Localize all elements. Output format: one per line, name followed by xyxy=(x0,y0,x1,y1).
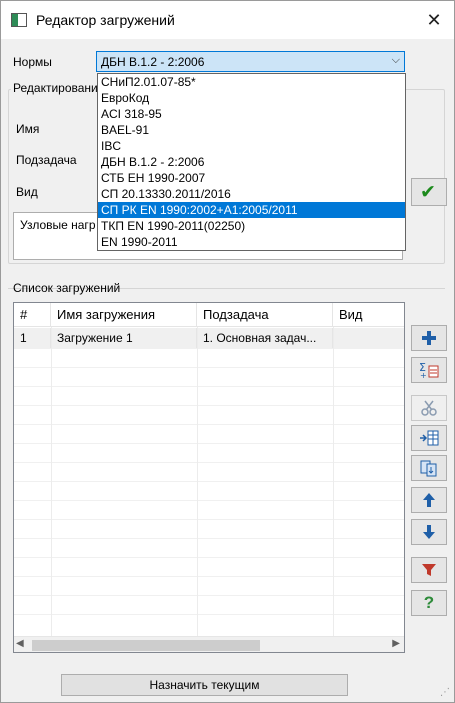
horizontal-scrollbar[interactable]: ◀ ▶ xyxy=(14,636,404,652)
table-gridline xyxy=(14,481,404,482)
load-list-title: Список загружений xyxy=(13,281,121,295)
table-gridline xyxy=(14,500,404,501)
column-header-name[interactable]: Имя загружения xyxy=(51,303,197,327)
norms-option[interactable]: СП 20.13330.2011/2016 xyxy=(98,186,405,202)
sum-loads-button[interactable]: Σ + xyxy=(411,357,447,383)
table-column-line xyxy=(333,327,334,636)
cell-kind xyxy=(333,328,404,348)
assign-current-button[interactable]: Назначить текущим xyxy=(61,674,348,696)
scrollbar-thumb[interactable] xyxy=(32,640,260,651)
copy-button[interactable] xyxy=(411,455,447,481)
scroll-left-icon[interactable]: ◀ xyxy=(16,638,24,649)
resize-grip-icon[interactable]: ⋰ xyxy=(440,688,450,698)
app-window-icon xyxy=(11,13,27,27)
table-gridline xyxy=(14,614,404,615)
table-gridline xyxy=(14,367,404,368)
norms-option[interactable]: ДБН В.1.2 - 2:2006 xyxy=(98,154,405,170)
table-gridline xyxy=(14,538,404,539)
table-gridline xyxy=(14,405,404,406)
norms-option[interactable]: СТБ ЕН 1990-2007 xyxy=(98,170,405,186)
norms-option[interactable]: EN 1990-2011 xyxy=(98,234,405,250)
norms-option[interactable]: BAEL-91 xyxy=(98,122,405,138)
sum-icon: Σ+ xyxy=(419,361,439,380)
help-icon: ? xyxy=(423,593,435,612)
subtask-label: Подзадача xyxy=(16,153,77,167)
copy-icon xyxy=(420,460,437,477)
table-gridline xyxy=(14,424,404,425)
column-header-subtask[interactable]: Подзадача xyxy=(197,303,333,327)
column-header-num[interactable]: # xyxy=(14,303,51,327)
close-button[interactable]: ✕ xyxy=(419,7,449,33)
table-column-line xyxy=(197,327,198,636)
help-button[interactable]: ? xyxy=(411,590,447,616)
norms-option[interactable]: IBC xyxy=(98,138,405,154)
norms-selected-value: ДБН В.1.2 - 2:2006 xyxy=(101,55,205,69)
insert-rows-icon xyxy=(420,430,439,446)
cut-button[interactable] xyxy=(411,395,447,421)
table-gridline xyxy=(14,386,404,387)
table-gridline xyxy=(14,348,404,349)
chevron-down-icon[interactable]: ⌵ xyxy=(392,54,400,67)
title-bar: Редактор загружений ✕ xyxy=(1,1,454,39)
add-load-button[interactable] xyxy=(411,325,447,351)
apply-button[interactable]: ✔ xyxy=(411,178,447,206)
scissors-icon xyxy=(421,400,437,416)
arrow-up-icon xyxy=(423,493,435,507)
table-row[interactable]: 1 Загружение 1 1. Основная задач... xyxy=(14,328,404,348)
cell-num: 1 xyxy=(14,328,51,348)
arrow-down-icon xyxy=(423,525,435,539)
cell-name: Загружение 1 xyxy=(51,328,197,348)
norms-dropdown-list[interactable]: СНиП2.01.07-85* ЕвроКод ACI 318-95 BAEL-… xyxy=(97,73,406,251)
svg-text:+: + xyxy=(420,371,427,380)
column-header-kind[interactable]: Вид xyxy=(333,303,404,327)
edit-group-title: Редактирование xyxy=(11,81,107,95)
table-gridline xyxy=(14,576,404,577)
norms-label: Нормы xyxy=(13,55,52,69)
kind-label: Вид xyxy=(16,185,38,199)
insert-rows-button[interactable] xyxy=(411,425,447,451)
filter-icon xyxy=(422,564,436,576)
norms-combobox[interactable]: ДБН В.1.2 - 2:2006 ⌵ xyxy=(96,51,405,72)
load-list-table[interactable]: # Имя загружения Подзадача Вид 1 Загруже… xyxy=(13,302,405,653)
norms-option[interactable]: СНиП2.01.07-85* xyxy=(98,74,405,90)
add-icon xyxy=(422,331,436,345)
cell-subtask: 1. Основная задач... xyxy=(197,328,333,348)
norms-option[interactable]: ТКП EN 1990-2011(02250) xyxy=(98,218,405,234)
table-header: # Имя загружения Подзадача Вид xyxy=(14,303,404,327)
norms-option[interactable]: ACI 318-95 xyxy=(98,106,405,122)
table-gridline xyxy=(14,557,404,558)
table-gridline xyxy=(14,595,404,596)
scroll-right-icon[interactable]: ▶ xyxy=(392,638,400,649)
norms-option[interactable]: ЕвроКод xyxy=(98,90,405,106)
filter-button[interactable] xyxy=(411,557,447,583)
table-gridline xyxy=(14,462,404,463)
name-label: Имя xyxy=(16,122,40,136)
table-gridline xyxy=(14,519,404,520)
move-down-button[interactable] xyxy=(411,519,447,545)
nodal-loads-text: Узловые нагр xyxy=(20,218,96,232)
checkmark-icon: ✔ xyxy=(420,182,436,203)
table-gridline xyxy=(14,443,404,444)
move-up-button[interactable] xyxy=(411,487,447,513)
load-editor-window: Редактор загружений ✕ Нормы ДБН В.1.2 - … xyxy=(0,0,455,703)
window-title: Редактор загружений xyxy=(36,12,175,28)
table-column-line xyxy=(51,327,52,636)
norms-option-highlighted[interactable]: СП РК EN 1990:2002+A1:2005/2011 xyxy=(98,202,405,218)
